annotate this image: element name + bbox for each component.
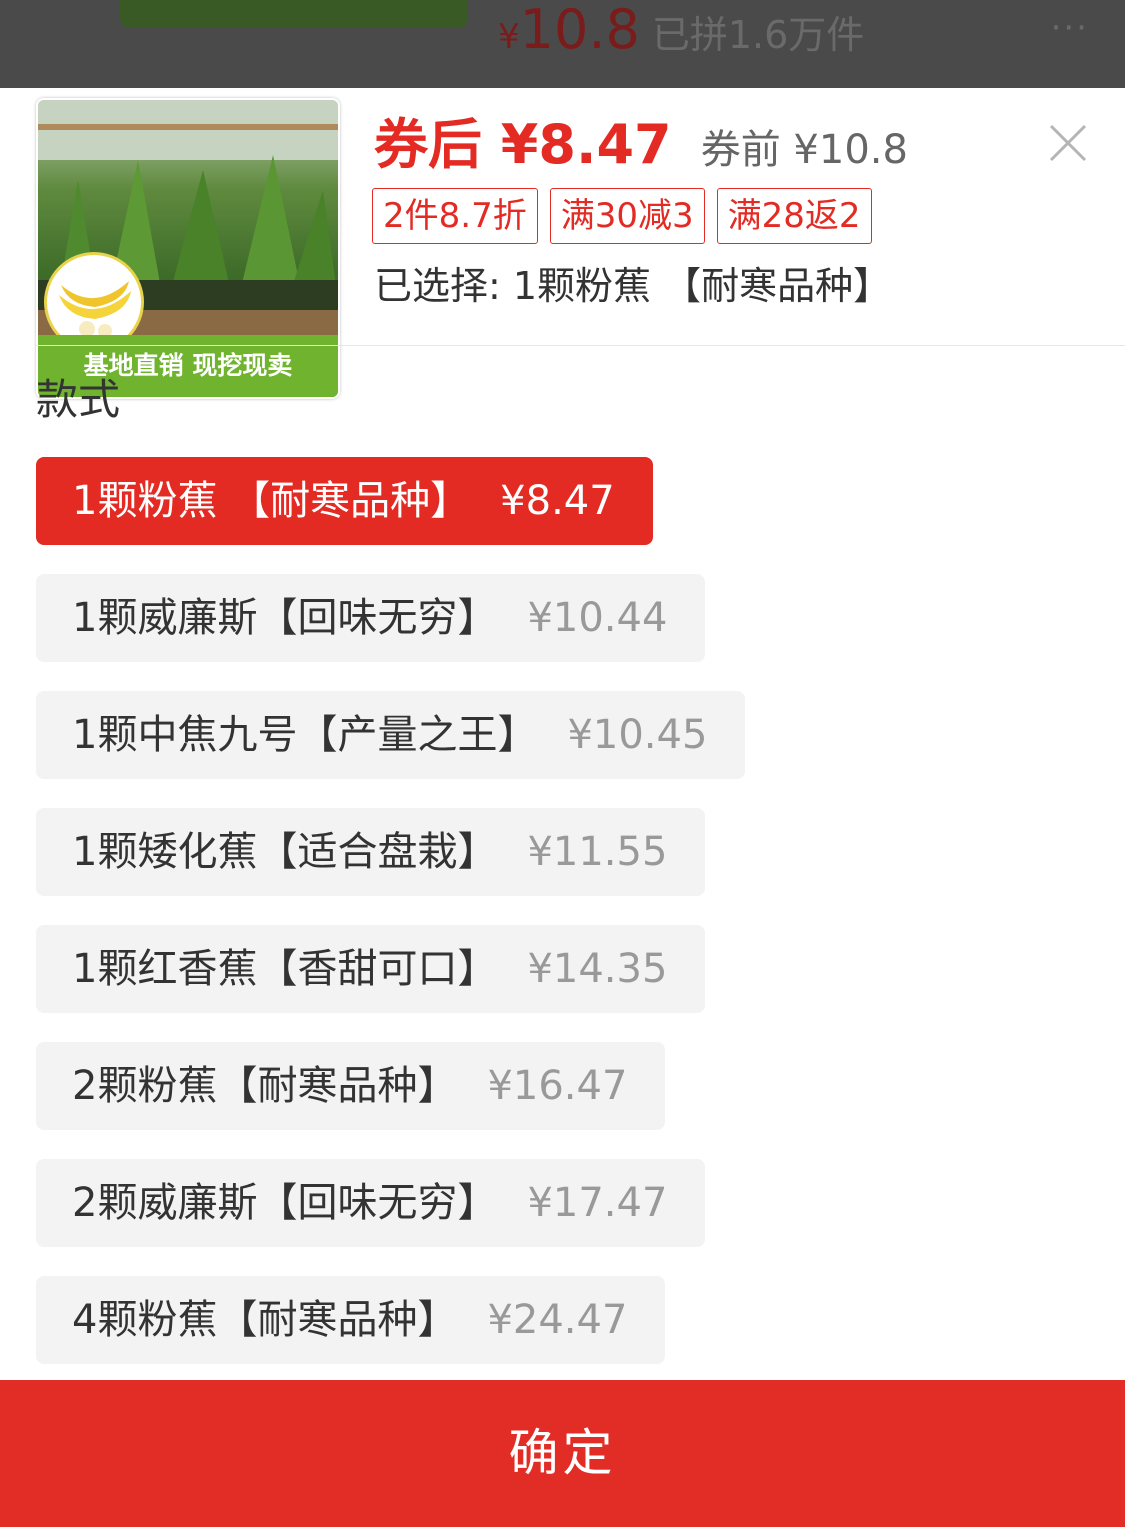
sku-option-label: 2颗威廉斯【回味无穷】 — [72, 1180, 498, 1226]
sku-option-price: ¥11.55 — [527, 829, 668, 875]
sku-option-7[interactable]: 2颗威廉斯【回味无穷】 ¥17.47 — [36, 1159, 706, 1247]
background-price-value: 10.8 — [519, 0, 640, 61]
selected-sku-text: 已选择: 1颗粉蕉 【耐寒品种】 — [374, 264, 892, 308]
sku-option-label: 1颗矮化蕉【适合盘栽】 — [72, 829, 498, 875]
sku-selection-sheet: 基地直销 现挖现卖 券后 ¥8.47 券前 ¥10.8 2件8.7折 满30减3… — [0, 88, 1125, 1527]
promo-tag: 2件8.7折 — [372, 188, 538, 244]
sku-option-2[interactable]: 1颗威廉斯【回味无穷】 ¥10.44 — [36, 574, 706, 662]
sku-option-price: ¥8.47 — [500, 478, 615, 524]
sku-option-price: ¥10.44 — [527, 595, 668, 641]
sku-option-1[interactable]: 1颗粉蕉 【耐寒品种】 ¥8.47 — [36, 457, 653, 545]
sku-option-5[interactable]: 1颗红香蕉【香甜可口】 ¥14.35 — [36, 925, 706, 1013]
promo-tags: 2件8.7折 满30减3 满28返2 — [372, 188, 872, 244]
background-price-symbol: ¥ — [498, 17, 520, 57]
sku-option-3[interactable]: 1颗中焦九号【产量之王】 ¥10.45 — [36, 691, 746, 779]
sku-option-label: 2颗粉蕉【耐寒品种】 — [72, 1063, 458, 1109]
background-page-header: ¥10.8 已拼1.6万件 ··· — [0, 0, 1125, 88]
price-row: 券后 ¥8.47 券前 ¥10.8 — [374, 110, 908, 185]
background-badge — [120, 0, 468, 28]
sku-option-price: ¥10.45 — [567, 712, 708, 758]
promo-tag: 满30减3 — [549, 188, 705, 244]
price-before-coupon: 券前 ¥10.8 — [700, 127, 908, 173]
sku-option-6[interactable]: 2颗粉蕉【耐寒品种】 ¥16.47 — [36, 1042, 666, 1130]
background-sold-count: 已拼1.6万件 — [651, 13, 865, 57]
close-icon — [1049, 124, 1087, 162]
sku-option-label: 1颗中焦九号【产量之王】 — [72, 712, 538, 758]
sku-option-label: 1颗粉蕉 【耐寒品种】 — [72, 478, 471, 524]
sku-option-price: ¥24.47 — [487, 1297, 628, 1343]
promo-tag: 满28返2 — [716, 188, 872, 244]
sku-option-price: ¥17.47 — [527, 1180, 668, 1226]
sku-option-price: ¥16.47 — [487, 1063, 628, 1109]
divider — [36, 345, 1125, 346]
confirm-button[interactable]: 确定 — [0, 1380, 1125, 1527]
sku-option-8[interactable]: 4颗粉蕉【耐寒品种】 ¥24.47 — [36, 1276, 666, 1364]
price-after-coupon: 券后 ¥8.47 — [374, 113, 672, 176]
background-price: ¥10.8 已拼1.6万件 — [498, 0, 864, 67]
sku-option-4[interactable]: 1颗矮化蕉【适合盘栽】 ¥11.55 — [36, 808, 706, 896]
sku-option-price: ¥14.35 — [527, 946, 668, 992]
close-button[interactable] — [1047, 122, 1089, 164]
style-section-title: 款式 — [36, 375, 121, 424]
sku-option-label: 1颗红香蕉【香甜可口】 — [72, 946, 498, 992]
product-thumbnail: 基地直销 现挖现卖 — [36, 98, 340, 399]
more-icon: ··· — [1050, 8, 1089, 48]
sku-option-label: 4颗粉蕉【耐寒品种】 — [72, 1297, 458, 1343]
sku-option-label: 1颗威廉斯【回味无穷】 — [72, 595, 498, 641]
